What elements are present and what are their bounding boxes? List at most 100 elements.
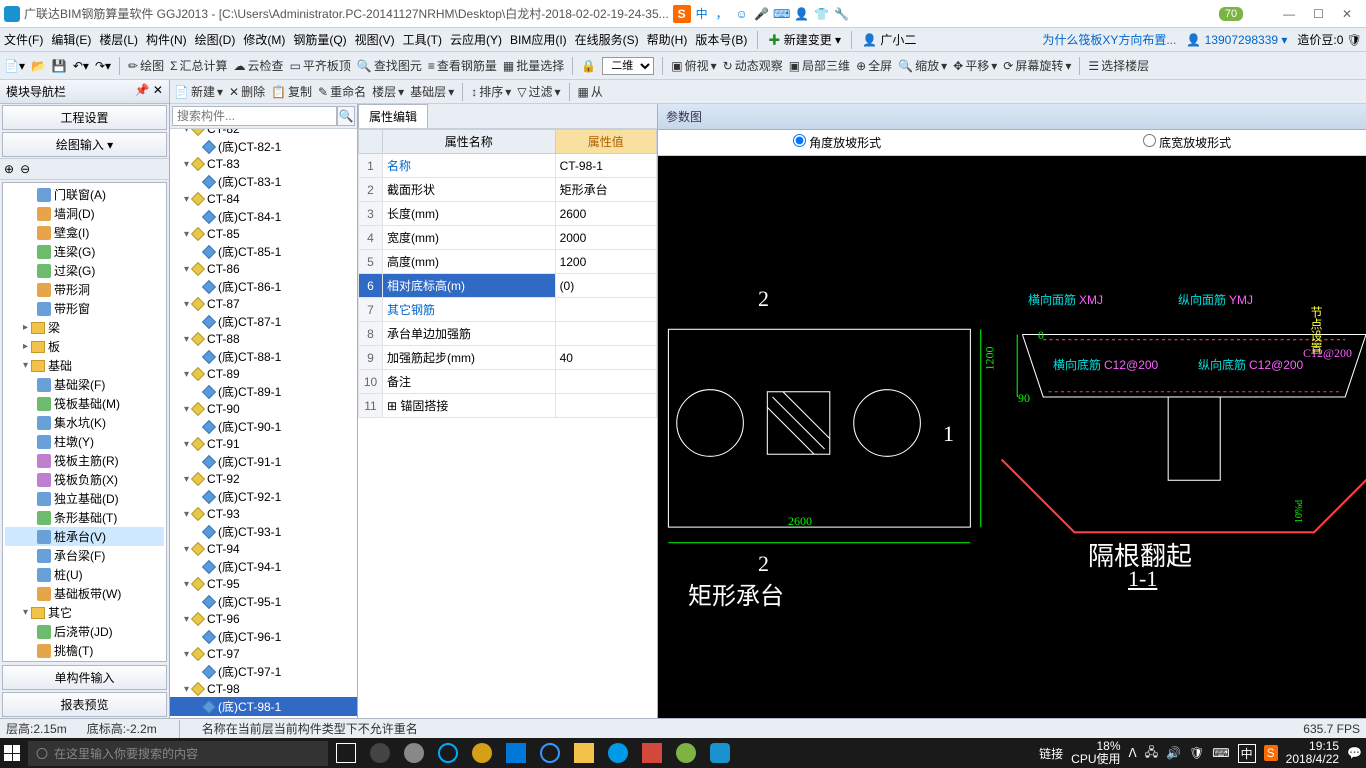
taskbar-explorer-icon[interactable]	[574, 743, 594, 763]
coin-label[interactable]: 造价豆:0 🛡	[1297, 31, 1362, 48]
rename-comp-button[interactable]: ✎ 重命名	[318, 83, 366, 100]
tree-f12[interactable]: 基础板带(W)	[54, 585, 121, 602]
prop-row[interactable]: 8承台单边加强筋	[359, 322, 657, 346]
taskbar-search[interactable]: 〇 在这里输入你要搜索的内容	[28, 741, 328, 766]
taskbar-app-7[interactable]	[676, 743, 696, 763]
comp-child[interactable]: (底)CT-88-1	[170, 347, 357, 366]
comp-parent[interactable]: ▾ CT-95	[170, 576, 357, 592]
tray-net-icon[interactable]: 🖧	[1145, 743, 1158, 764]
lock-icon[interactable]: 🔒	[581, 59, 596, 73]
minimize-button[interactable]: —	[1283, 7, 1295, 21]
local3d-button[interactable]: ▣ 局部三维	[789, 57, 850, 74]
comp-child[interactable]: (底)CT-96-1	[170, 627, 357, 646]
comp-child[interactable]: (底)CT-86-1	[170, 277, 357, 296]
tree-stripwin[interactable]: 带形窗	[54, 300, 90, 317]
tab-draw-input[interactable]: 绘图输入 ▾	[2, 132, 167, 157]
tree-found-grp[interactable]: 基础	[48, 357, 72, 374]
tray-cpu[interactable]: 18%CPU使用	[1071, 740, 1120, 766]
close-button[interactable]: ✕	[1342, 7, 1352, 21]
tree-f3[interactable]: 集水坑(K)	[54, 414, 106, 431]
prop-row[interactable]: 2截面形状矩形承台	[359, 178, 657, 202]
nav-collapse-icon[interactable]: ⊖	[20, 162, 30, 176]
full-button[interactable]: ⊕ 全屏	[856, 57, 892, 74]
prop-row[interactable]: 5高度(mm)1200	[359, 250, 657, 274]
rotate-button[interactable]: ⟳ 屏幕旋转 ▾	[1003, 57, 1071, 74]
comp-parent[interactable]: ▾ CT-94	[170, 541, 357, 557]
comp-parent[interactable]: ▾ CT-88	[170, 331, 357, 347]
nav-pin-icon[interactable]: 📌 ✕	[135, 83, 163, 100]
menu-version[interactable]: 版本号(B)	[695, 31, 747, 48]
menu-online[interactable]: 在线服务(S)	[575, 31, 639, 48]
comp-child[interactable]: (底)CT-89-1	[170, 382, 357, 401]
tree-f8[interactable]: 条形基础(T)	[54, 509, 117, 526]
comp-child[interactable]: (底)CT-92-1	[170, 487, 357, 506]
floor-sel[interactable]: 楼层 ▾	[372, 83, 404, 100]
view-rebar-button[interactable]: ≡ 查看钢筋量	[428, 57, 497, 74]
batch-button[interactable]: ▦ 批量选择	[503, 57, 564, 74]
maximize-button[interactable]: ☐	[1313, 7, 1324, 21]
tray-up-icon[interactable]: ᐱ	[1129, 746, 1137, 760]
taskbar-app-5[interactable]	[608, 743, 628, 763]
comp-parent[interactable]: ▾ CT-98	[170, 681, 357, 697]
comp-child[interactable]: (底)CT-93-1	[170, 522, 357, 541]
menu-floor[interactable]: 楼层(L)	[99, 31, 138, 48]
tree-lintel[interactable]: 连梁(G)	[54, 243, 95, 260]
tree-f7[interactable]: 独立基础(D)	[54, 490, 119, 507]
filter-button[interactable]: ▽ 过滤 ▾	[517, 83, 560, 100]
taskbar-app-6[interactable]	[642, 743, 662, 763]
redo-icon[interactable]: ↷▾	[95, 59, 111, 73]
prop-row[interactable]: 7其它钢筋	[359, 298, 657, 322]
copy-comp-button[interactable]: 📋 复制	[271, 83, 312, 100]
comp-child[interactable]: (底)CT-84-1	[170, 207, 357, 226]
taskbar-edge-icon[interactable]	[438, 743, 458, 763]
tree-other-grp[interactable]: 其它	[48, 604, 72, 621]
new-file-icon[interactable]: 📄▾	[4, 59, 25, 73]
comp-child[interactable]: (底)CT-98-1	[170, 697, 357, 716]
tray-lang[interactable]: 中	[1238, 744, 1256, 763]
hint-link[interactable]: 为什么筏板XY方向布置...	[1042, 31, 1176, 48]
tray-ime-icon[interactable]: ⌨	[1212, 746, 1229, 760]
pan-button[interactable]: ✥ 平移 ▾	[953, 57, 997, 74]
nav-expand-icon[interactable]: ⊕	[4, 162, 14, 176]
menu-edit[interactable]: 编辑(E)	[51, 31, 91, 48]
comp-parent[interactable]: ▾ CT-89	[170, 366, 357, 382]
base-sel[interactable]: 基础层 ▾	[410, 83, 454, 100]
tree-niche[interactable]: 壁龛(I)	[54, 224, 89, 241]
prop-row[interactable]: 11⊞ 锚固搭接	[359, 394, 657, 418]
tree-f2[interactable]: 筏板基础(M)	[54, 395, 120, 412]
tree-beam-grp[interactable]: 梁	[48, 319, 60, 336]
tree-colbeam[interactable]: 过梁(G)	[54, 262, 95, 279]
comp-parent[interactable]: ▾ CT-83	[170, 156, 357, 172]
taskbar-ie-icon[interactable]	[540, 743, 560, 763]
bird-button[interactable]: ▣ 俯视 ▾	[671, 57, 716, 74]
component-tree[interactable]: ▾ CT-82 (底)CT-82-1▾ CT-83 (底)CT-83-1▾ CT…	[170, 129, 357, 718]
zoom-button[interactable]: 🔍 缩放 ▾	[898, 57, 947, 74]
flat-button[interactable]: ▭ 平齐板顶	[290, 57, 351, 74]
menu-draw[interactable]: 绘图(D)	[195, 31, 236, 48]
new-comp-button[interactable]: 📄 新建 ▾	[174, 83, 223, 100]
menu-cloud[interactable]: 云应用(Y)	[450, 31, 502, 48]
comp-parent[interactable]: ▾ CT-86	[170, 261, 357, 277]
tray-notif-icon[interactable]: 💬	[1347, 746, 1362, 760]
comp-child[interactable]: (底)CT-85-1	[170, 242, 357, 261]
task-view-icon[interactable]	[336, 743, 356, 763]
prop-row[interactable]: 3长度(mm)2600	[359, 202, 657, 226]
property-grid[interactable]: 属性名称属性值 1名称CT-98-12截面形状矩形承台3长度(mm)26004宽…	[358, 129, 657, 718]
ime-keyboard-icon[interactable]: ⌨	[773, 5, 791, 23]
comp-child[interactable]: (底)CT-91-1	[170, 452, 357, 471]
prop-row[interactable]: 9加强筋起步(mm)40	[359, 346, 657, 370]
from-button[interactable]: ▦ 从	[578, 83, 603, 100]
menu-bim[interactable]: BIM应用(I)	[510, 31, 567, 48]
nav-tree[interactable]: 门联窗(A) 墙洞(D) 壁龛(I) 连梁(G) 过梁(G) 带形洞 带形窗 ▸…	[2, 182, 167, 662]
menu-modify[interactable]: 修改(M)	[243, 31, 285, 48]
comp-parent[interactable]: ▾ CT-82	[170, 129, 357, 137]
tree-o2[interactable]: 挑檐(T)	[54, 642, 93, 659]
comp-parent[interactable]: ▾ CT-92	[170, 471, 357, 487]
dyn-button[interactable]: ↻ 动态观察	[723, 57, 783, 74]
comp-parent[interactable]: ▾ CT-93	[170, 506, 357, 522]
find-button[interactable]: 🔍 查找图元	[357, 57, 422, 74]
comp-parent[interactable]: ▾ CT-97	[170, 646, 357, 662]
search-input[interactable]	[172, 106, 337, 126]
cloud-check-button[interactable]: ☁ 云检查	[234, 57, 284, 74]
tree-door[interactable]: 门联窗(A)	[54, 186, 106, 203]
